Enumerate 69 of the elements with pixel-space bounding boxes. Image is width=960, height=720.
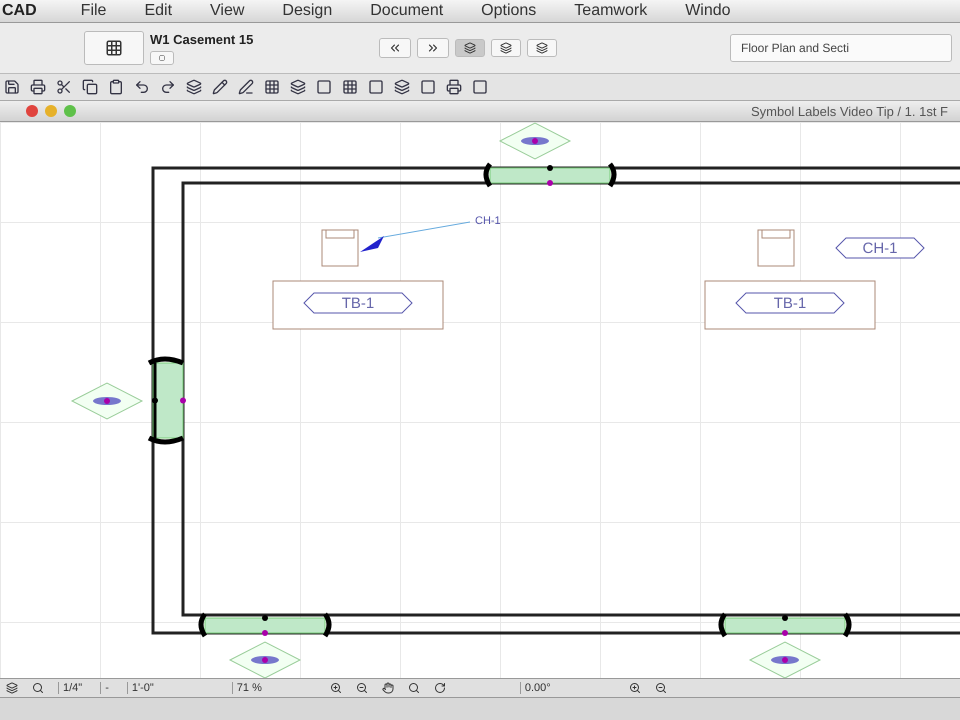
previous-button[interactable] xyxy=(379,38,412,58)
zoom-in-icon[interactable] xyxy=(330,682,342,694)
label-tag: CH-1 xyxy=(835,238,925,258)
layers-icon[interactable] xyxy=(394,79,410,95)
print-icon[interactable] xyxy=(30,79,46,95)
angle-field[interactable]: 0.00° xyxy=(520,682,555,694)
square-icon[interactable] xyxy=(368,79,384,95)
window-marker-icon xyxy=(748,641,822,678)
search-icon[interactable] xyxy=(32,682,44,694)
layers-icon xyxy=(500,42,512,54)
menu-item[interactable]: Teamwork xyxy=(558,2,670,20)
menu-item[interactable]: Edit xyxy=(128,2,194,20)
grid-icon xyxy=(105,39,123,57)
undo-icon[interactable] xyxy=(134,79,150,95)
layers-icon xyxy=(536,42,548,54)
menu-item[interactable]: Document xyxy=(354,2,466,20)
redo-icon[interactable] xyxy=(160,79,176,95)
window-marker-icon xyxy=(70,382,144,420)
square-icon[interactable] xyxy=(472,79,488,95)
mirror-toggle-button[interactable] xyxy=(491,39,522,57)
paste-icon[interactable] xyxy=(108,79,124,95)
layers-icon[interactable] xyxy=(290,79,306,95)
grid-icon[interactable] xyxy=(264,79,280,95)
menu-item[interactable]: View xyxy=(194,2,266,20)
window-marker-icon xyxy=(498,122,572,160)
menu-item[interactable]: Design xyxy=(266,2,354,20)
element-settings-button[interactable] xyxy=(84,31,144,65)
zoom-out-icon[interactable] xyxy=(654,682,667,694)
hand-icon[interactable] xyxy=(382,682,394,694)
element-name: W1 Casement 15 xyxy=(150,32,254,46)
app-name[interactable]: CAD xyxy=(0,2,65,20)
window-title: Symbol Labels Video Tip / 1. 1st F xyxy=(750,104,948,118)
chair-symbol xyxy=(322,230,358,266)
copy-icon[interactable] xyxy=(82,79,98,95)
square-icon[interactable] xyxy=(420,79,436,95)
grid-icon[interactable] xyxy=(342,79,358,95)
dropdown-button[interactable] xyxy=(150,50,174,64)
window-marker-icon xyxy=(228,641,302,678)
next-button[interactable] xyxy=(417,38,450,58)
save-icon[interactable] xyxy=(4,79,20,95)
rotate-icon[interactable] xyxy=(434,682,446,694)
printer-icon[interactable] xyxy=(446,79,462,95)
separator-text: - xyxy=(100,682,113,694)
layers-icon xyxy=(464,42,476,54)
zoom-field[interactable]: 71 % xyxy=(232,682,266,694)
drawing-canvas[interactable]: CH-1 CH-1 TB-1 TB-1 xyxy=(0,122,960,678)
close-button[interactable] xyxy=(26,105,38,117)
zoom-out-icon[interactable] xyxy=(356,682,368,694)
cut-icon[interactable] xyxy=(56,79,72,95)
view-combo[interactable]: Floor Plan and Secti xyxy=(730,34,952,62)
layers-icon[interactable] xyxy=(186,79,202,95)
scale-field[interactable]: 1/4" xyxy=(58,682,86,694)
square-icon xyxy=(159,54,165,60)
dimension-field[interactable]: 1'-0" xyxy=(126,682,158,694)
search-icon[interactable] xyxy=(408,682,420,694)
pencil-icon[interactable] xyxy=(212,79,228,95)
mirror-toggle-button[interactable] xyxy=(455,39,486,57)
label-tag: TB-1 xyxy=(303,292,413,314)
mirror-toggle-button[interactable] xyxy=(527,39,558,57)
layers-icon[interactable] xyxy=(6,682,18,694)
square-icon[interactable] xyxy=(316,79,332,95)
label-tag: TB-1 xyxy=(735,292,845,314)
pen-icon[interactable] xyxy=(238,79,254,95)
zoom-in-icon[interactable] xyxy=(628,682,641,694)
menu-item[interactable]: File xyxy=(64,2,128,20)
menu-item[interactable]: Windo xyxy=(669,2,753,20)
chair-label: CH-1 xyxy=(475,215,501,227)
chair-symbol xyxy=(758,230,794,266)
menu-item[interactable]: Options xyxy=(465,2,558,20)
